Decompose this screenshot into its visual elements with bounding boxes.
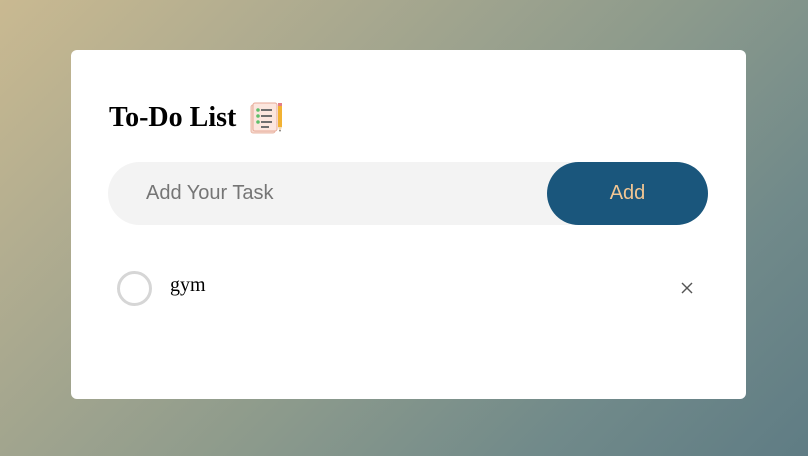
task-list: gym <box>117 270 697 306</box>
task-checkbox[interactable] <box>117 270 152 306</box>
task-input[interactable] <box>108 162 547 225</box>
task-text: gym <box>170 273 206 296</box>
task-item[interactable]: gym <box>117 270 697 306</box>
page-title: To-Do List <box>109 102 237 133</box>
title-row: To-Do List <box>109 101 285 135</box>
close-icon[interactable] <box>677 278 697 298</box>
checklist-notepad-icon <box>249 101 285 135</box>
todo-card: To-Do List Add gym <box>71 50 746 399</box>
add-task-form: Add <box>108 162 708 225</box>
add-button[interactable]: Add <box>547 162 708 225</box>
